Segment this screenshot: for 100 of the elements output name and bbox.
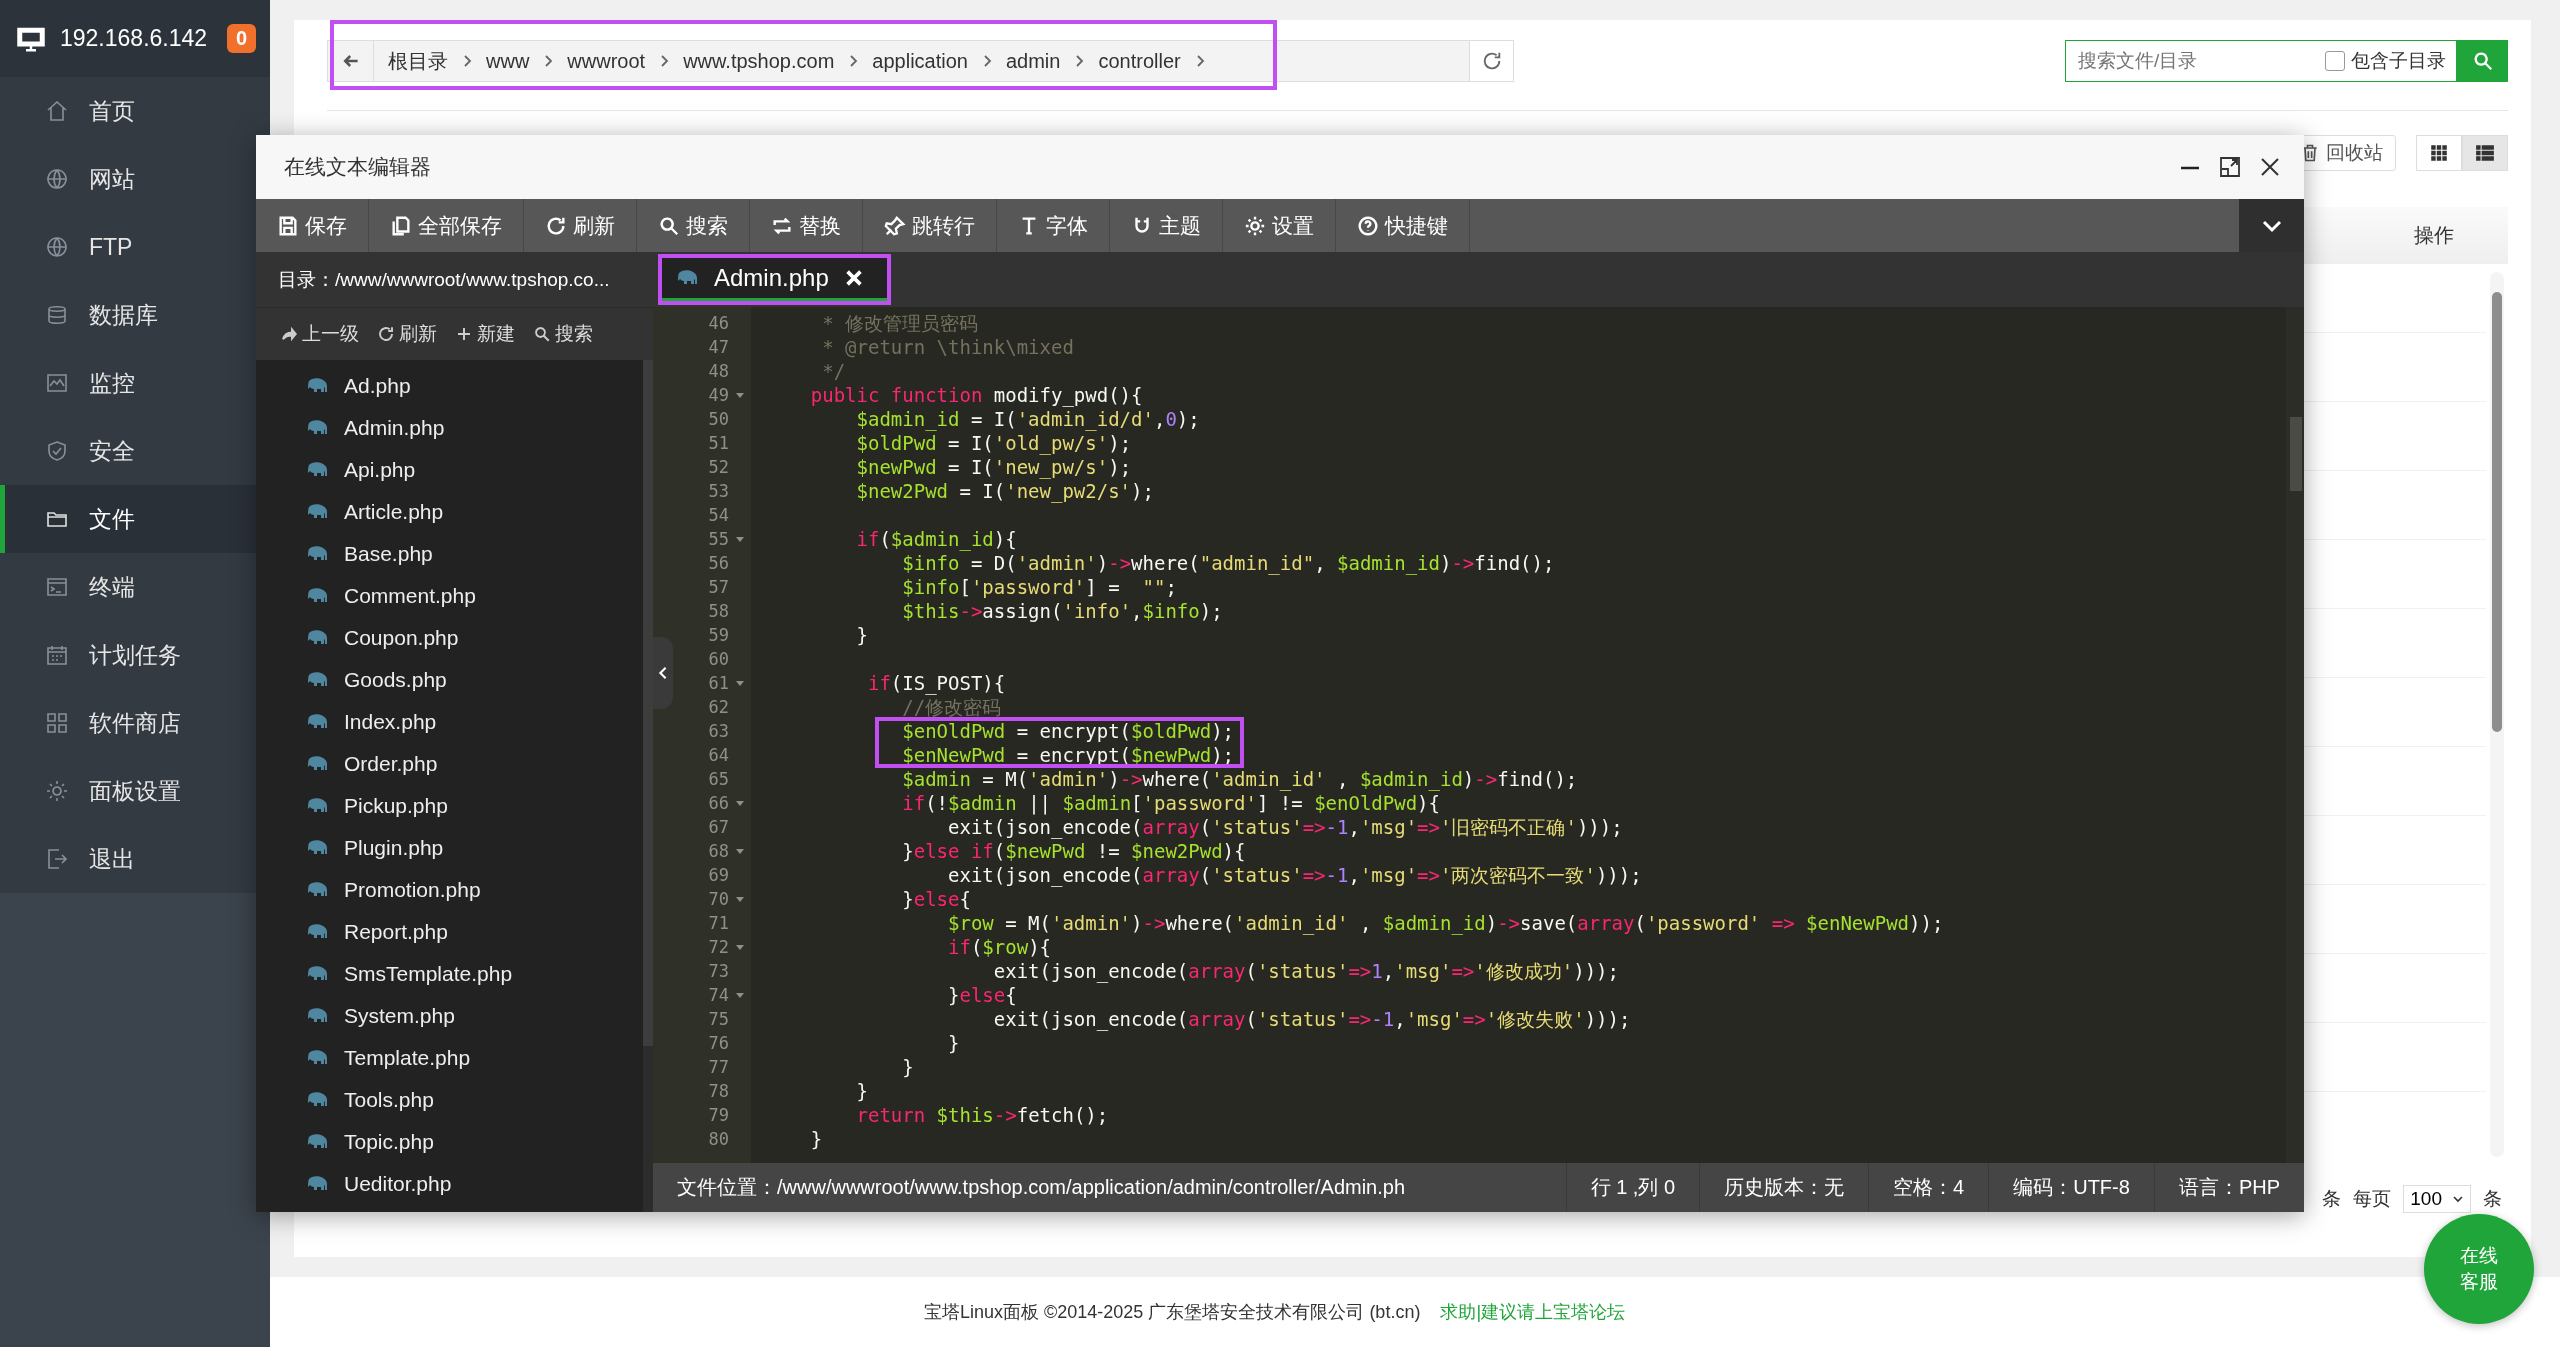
per-page-select[interactable]: 100 <box>2403 1185 2471 1213</box>
line-number: 72 <box>708 937 729 957</box>
directory-path: 目录：/www/wwwroot/www.tpshop.co... <box>256 252 653 307</box>
elephant-icon <box>306 377 330 395</box>
exit-icon <box>45 847 69 871</box>
view-toggle[interactable] <box>2416 135 2462 171</box>
breadcrumb-link[interactable]: application <box>872 49 968 73</box>
code-line: $row = M('admin')->where('admin_id' , $admin_id)->save(array('password' => $enNewPwd)); <box>947 912 1944 934</box>
window-title: 在线文本编辑器 <box>284 154 431 180</box>
line-number: 76 <box>708 1033 729 1053</box>
fold-icon[interactable] <box>735 942 745 952</box>
elephant-icon <box>306 503 330 521</box>
fold-icon[interactable] <box>735 846 745 856</box>
line-number: 80 <box>708 1129 729 1149</box>
code-line: $info['password'] = ""; <box>901 576 1177 598</box>
caret-down-icon <box>2452 1193 2464 1205</box>
line-number: 68 <box>708 841 729 861</box>
code-line: $info = D('admin')->where("admin_id", $admin_id)->find(); <box>901 552 1555 574</box>
file-item[interactable]: Template.php <box>256 1037 643 1079</box>
code-line: exit(json_encode(array('status'=>-1,'msg'=>'修改失败'))); <box>992 1008 1631 1030</box>
breadcrumb-link[interactable]: controller <box>1098 49 1181 73</box>
collapse-button[interactable] <box>653 637 673 709</box>
fold-icon[interactable] <box>735 678 745 688</box>
elephant-icon <box>306 839 330 857</box>
share-icon <box>280 325 298 343</box>
include-subdirectories-checkbox[interactable]: 包含子目录 <box>2325 48 2456 74</box>
line-number: 58 <box>708 601 729 621</box>
file-action-button[interactable]: 刷新 <box>369 321 447 347</box>
per-page-label: 每页 <box>2353 1187 2392 1211</box>
grid-icon <box>45 711 69 735</box>
file-item[interactable]: SmsTemplate.php <box>256 953 643 995</box>
fold-icon[interactable] <box>735 990 745 1000</box>
terminal-icon <box>45 575 69 599</box>
elephant-icon <box>306 1007 330 1025</box>
sidebar-item[interactable]: 首页 <box>0 77 270 145</box>
breadcrumb-link[interactable]: 根目录 <box>388 47 448 75</box>
chevron-right-icon <box>981 53 992 69</box>
code-line: * 修改管理员密码 <box>821 312 979 334</box>
help-icon <box>1357 214 1379 237</box>
line-number: 57 <box>708 577 729 597</box>
scrollbar[interactable] <box>643 360 653 1212</box>
chevron-right-icon <box>659 53 670 69</box>
breadcrumb-link[interactable]: admin <box>1005 49 1061 73</box>
search-field[interactable]: 搜索文件/目录 包含子目录 <box>2065 40 2457 82</box>
status-item: 语言：PHP <box>2153 1163 2304 1212</box>
elephant-icon <box>306 965 330 983</box>
code-line: } <box>855 1080 868 1102</box>
file-action-button[interactable]: 上一级 <box>272 321 369 347</box>
breadcrumb-link[interactable]: wwwroot <box>567 49 646 73</box>
code-line: //修改密码 <box>901 696 1002 718</box>
refresh-icon <box>377 325 395 343</box>
breadcrumb-link[interactable]: www.tpshop.com <box>683 49 835 73</box>
fold-icon[interactable] <box>735 390 745 400</box>
maximize-icon[interactable] <box>2218 155 2242 179</box>
scrollbar[interactable] <box>2490 272 2504 1157</box>
code-line: if($row){ <box>947 936 1051 958</box>
file-action-button[interactable]: 搜索 <box>525 321 603 347</box>
line-number: 56 <box>708 553 729 573</box>
search-button[interactable] <box>2457 40 2508 82</box>
status-item: 空格：4 <box>1868 1163 1989 1212</box>
file-item[interactable]: Ueditor.php <box>256 1163 643 1205</box>
fold-icon[interactable] <box>735 798 745 808</box>
line-number: 53 <box>708 481 729 501</box>
shield-icon <box>45 439 69 463</box>
file-item[interactable]: Topic.php <box>256 1121 643 1163</box>
elephant-icon <box>306 713 330 731</box>
file-item[interactable]: System.php <box>256 995 643 1037</box>
line-number: 50 <box>708 409 729 429</box>
elephant-icon <box>306 1175 330 1193</box>
refresh-button[interactable] <box>1470 40 1514 82</box>
file-tab[interactable]: Admin.php <box>662 258 887 301</box>
line-number: 47 <box>708 337 729 357</box>
code-line: */ <box>821 360 846 382</box>
copy-icon <box>390 214 412 237</box>
file-action-button[interactable]: 新建 <box>447 321 525 347</box>
code-line: $enOldPwd = encrypt($oldPwd); <box>901 720 1235 742</box>
scrollbar[interactable] <box>2286 307 2304 1163</box>
fold-icon[interactable] <box>735 534 745 544</box>
calendar-icon <box>45 643 69 667</box>
elephant-icon <box>306 1049 330 1067</box>
expand-button[interactable] <box>2239 199 2304 252</box>
line-number: 55 <box>708 529 729 549</box>
code-line: }else if($newPwd != $new2Pwd){ <box>901 840 1246 862</box>
code-line: $this->assign('info',$info); <box>901 600 1223 622</box>
line-number: 77 <box>708 1057 729 1077</box>
line-number: 54 <box>708 505 729 525</box>
line-number: 63 <box>708 721 729 741</box>
view-toggle[interactable] <box>2462 135 2508 171</box>
line-number: 48 <box>708 361 729 381</box>
per-page-unit: 条 <box>2483 1187 2502 1211</box>
elephant-icon <box>306 461 330 479</box>
line-number: 60 <box>708 649 729 669</box>
elephant-icon <box>306 419 330 437</box>
line-number: 75 <box>708 1009 729 1029</box>
file-item[interactable]: Tools.php <box>256 1079 643 1121</box>
line-number: 73 <box>708 961 729 981</box>
home-icon <box>45 99 69 123</box>
breadcrumb-link[interactable]: www <box>486 49 530 73</box>
file-item[interactable]: Report.php <box>256 911 643 953</box>
fold-icon[interactable] <box>735 894 745 904</box>
